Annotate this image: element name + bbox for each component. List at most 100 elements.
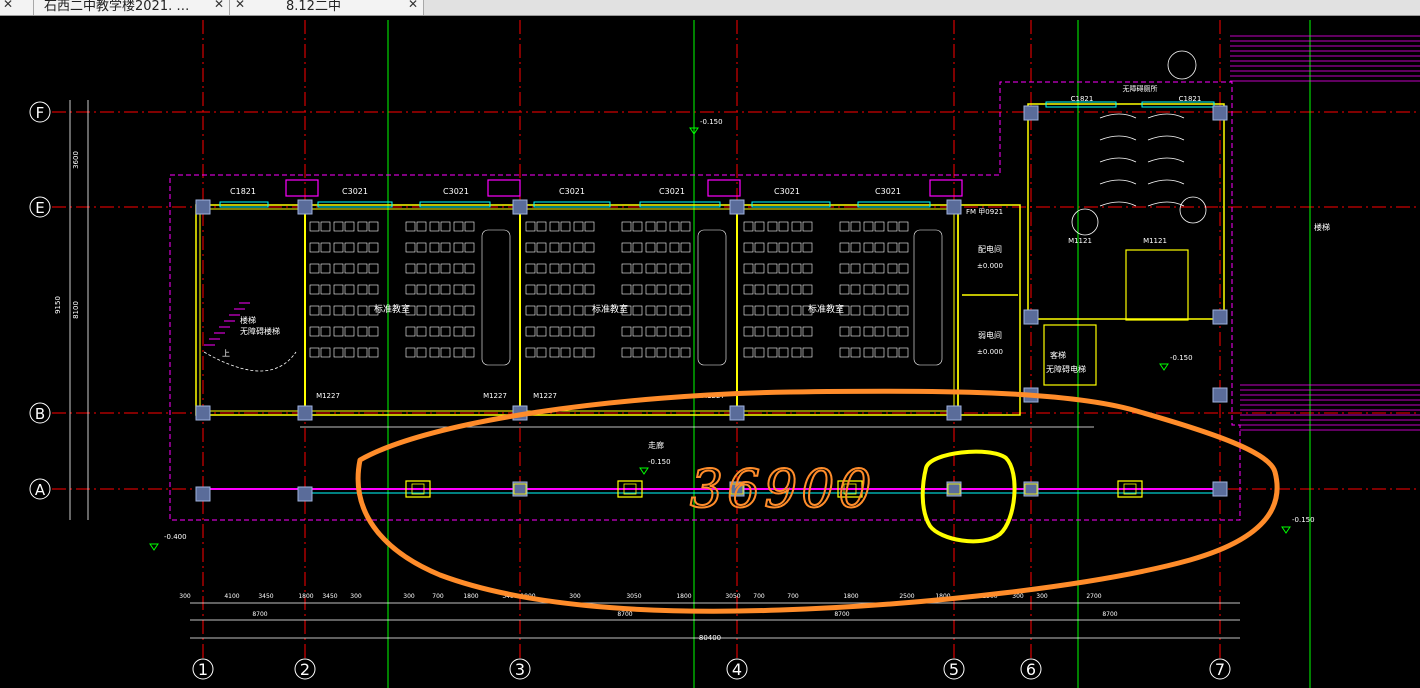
desk: [368, 347, 379, 358]
window-label: C3021: [443, 187, 469, 196]
desk: [368, 326, 379, 337]
elevation-label: -0.150: [700, 118, 723, 126]
desk: [680, 347, 691, 358]
desk: [839, 242, 850, 253]
desk: [791, 242, 802, 253]
desk: [464, 221, 475, 232]
desk: [874, 305, 885, 316]
desk: [309, 347, 320, 358]
tab-title: 石西二中教学楼2021. …: [44, 0, 190, 14]
desk: [573, 305, 584, 316]
desk: [440, 221, 451, 232]
desk: [440, 263, 451, 274]
dimension-label: 700: [787, 593, 799, 600]
desk: [632, 305, 643, 316]
lectern-area: [481, 229, 511, 366]
desk: [416, 305, 427, 316]
desk: [898, 326, 909, 337]
desk: [656, 284, 667, 295]
desk: [669, 263, 680, 274]
desk: [898, 284, 909, 295]
close-icon[interactable]: ✕: [234, 0, 246, 12]
cad-drawing-canvas[interactable]: 300 4100 3450 1800 3450 300 300 700 1800 3450 1800…: [0, 16, 1420, 688]
desk: [743, 284, 754, 295]
structural-column: [297, 486, 313, 502]
desk: [778, 305, 789, 316]
toilet-stall: [1147, 113, 1185, 119]
desk: [669, 284, 680, 295]
desk: [453, 305, 464, 316]
desk: [645, 326, 656, 337]
document-tab[interactable]: 石西二中教学楼2021. … ✕: [34, 0, 230, 15]
sink-icon: [1167, 50, 1197, 80]
desk: [560, 242, 571, 253]
close-icon[interactable]: ✕: [2, 0, 14, 12]
desk: [429, 284, 440, 295]
desk: [863, 284, 874, 295]
grid-label: 7: [1215, 660, 1225, 679]
desk: [453, 263, 464, 274]
dimension-label: 3600: [72, 151, 80, 169]
desk: [898, 347, 909, 358]
desk: [791, 221, 802, 232]
desk: [584, 284, 595, 295]
desk: [464, 305, 475, 316]
close-icon[interactable]: ✕: [213, 0, 225, 12]
dimension-label: 300: [179, 593, 191, 600]
elevation-label: -0.150: [1170, 354, 1193, 362]
desk: [320, 221, 331, 232]
desk: [754, 242, 765, 253]
window-label: C3021: [559, 187, 585, 196]
desk: [656, 347, 667, 358]
desk: [680, 284, 691, 295]
desk: [743, 221, 754, 232]
document-tab[interactable]: ✕: [0, 0, 34, 15]
room-label: 客梯: [1050, 350, 1066, 360]
door-label: M1227: [483, 392, 507, 400]
desk: [887, 347, 898, 358]
desk: [621, 242, 632, 253]
desk: [416, 221, 427, 232]
desk: [429, 221, 440, 232]
structural-column: [729, 405, 745, 421]
close-icon[interactable]: ✕: [407, 0, 419, 12]
desk: [863, 305, 874, 316]
window-label: C1821: [230, 187, 256, 196]
desk: [440, 242, 451, 253]
desk: [453, 326, 464, 337]
desk: [344, 263, 355, 274]
desk: [863, 242, 874, 253]
desk: [632, 347, 643, 358]
desk: [802, 284, 813, 295]
desk: [309, 305, 320, 316]
desk: [754, 263, 765, 274]
desk: [743, 263, 754, 274]
elevation-marker-icon: [149, 543, 159, 551]
desk: [669, 347, 680, 358]
desk: [850, 263, 861, 274]
dimension-label: 8700: [617, 611, 632, 618]
desk: [802, 326, 813, 337]
desk: [791, 305, 802, 316]
desk: [573, 221, 584, 232]
desk: [791, 347, 802, 358]
desk: [573, 284, 584, 295]
desk: [416, 284, 427, 295]
desk: [656, 326, 667, 337]
document-tab[interactable]: ✕ 8.12二中 ✕: [230, 0, 424, 15]
desk: [333, 347, 344, 358]
room-label: 上: [222, 349, 230, 358]
desk: [669, 326, 680, 337]
desk: [754, 347, 765, 358]
desk: [573, 242, 584, 253]
vent-box: [707, 179, 741, 197]
desk: [632, 284, 643, 295]
desk: [778, 347, 789, 358]
structural-column: [297, 405, 313, 421]
elevation-label: ±0.000: [977, 348, 1003, 356]
desk: [440, 305, 451, 316]
desk: [405, 347, 416, 358]
toilet-stall: [1099, 113, 1137, 119]
desk: [309, 221, 320, 232]
desk: [429, 347, 440, 358]
